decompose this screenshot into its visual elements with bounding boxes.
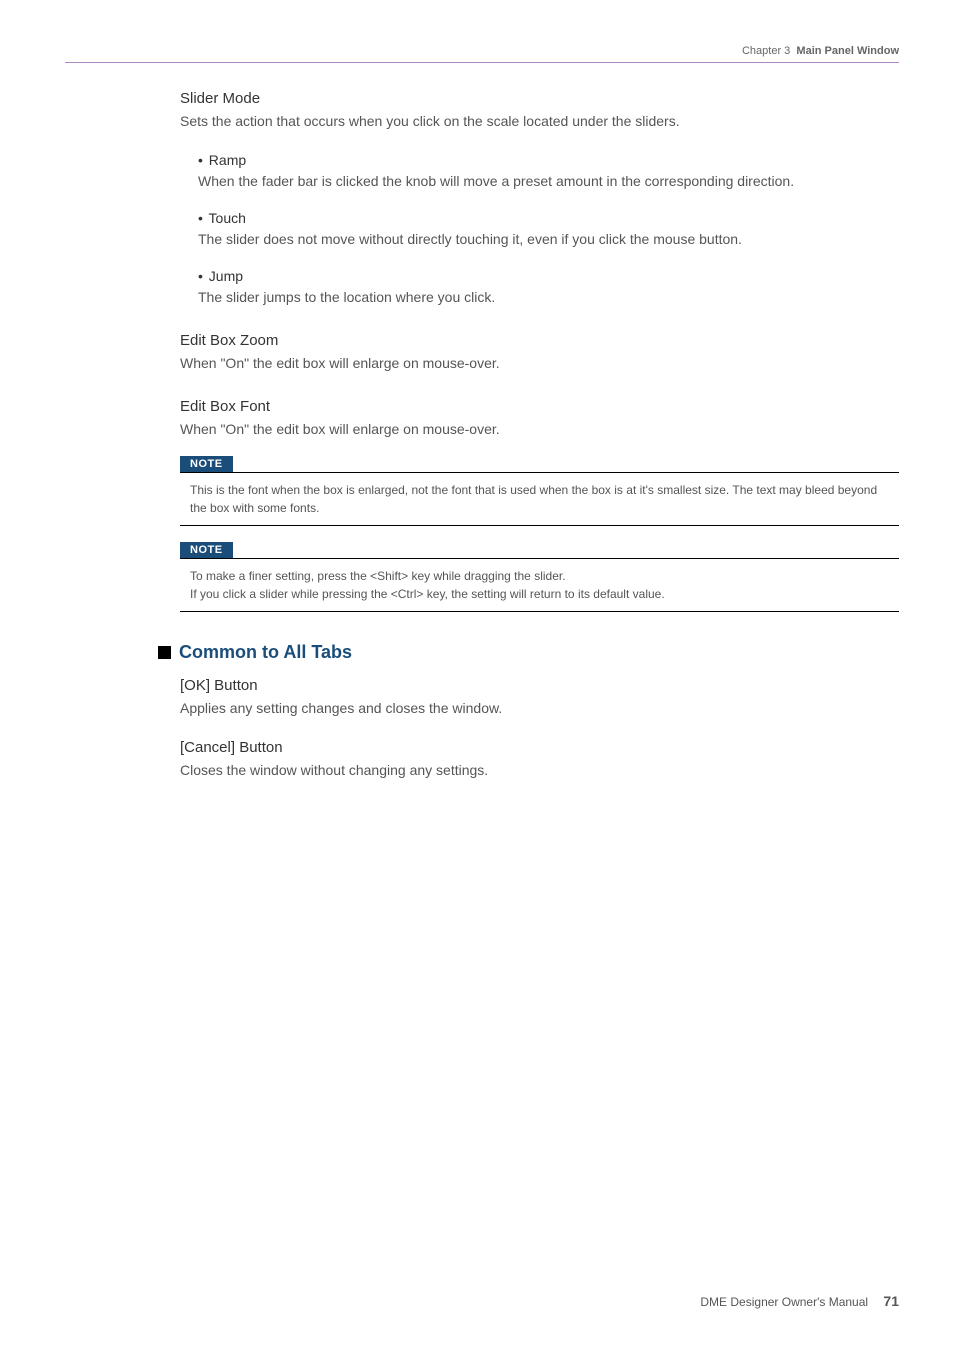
common-tabs-heading-row: Common to All Tabs — [158, 642, 899, 663]
touch-desc: The slider does not move without directl… — [198, 229, 899, 250]
bullet-icon: • — [198, 152, 203, 168]
jump-item: • Jump The slider jumps to the location … — [198, 268, 899, 308]
ok-button-desc: Applies any setting changes and closes t… — [180, 698, 899, 719]
ok-button-heading: [OK] Button — [180, 677, 899, 694]
edit-box-zoom-desc: When "On" the edit box will enlarge on m… — [180, 353, 899, 374]
note-box-2: NOTE To make a finer setting, press the … — [180, 540, 899, 612]
note-box-1: NOTE This is the font when the box is en… — [180, 454, 899, 526]
cancel-button-heading: [Cancel] Button — [180, 739, 899, 756]
note-1-content: This is the font when the box is enlarge… — [180, 473, 899, 525]
note-2a: To make a finer setting, press the <Shif… — [190, 567, 889, 585]
bullet-icon: • — [198, 210, 203, 226]
note-divider-bottom — [180, 525, 899, 526]
page-number: 71 — [883, 1293, 899, 1309]
footer-text: DME Designer Owner's Manual — [700, 1295, 868, 1309]
slider-mode-section: Slider Mode Sets the action that occurs … — [180, 90, 899, 308]
ramp-item: • Ramp When the fader bar is clicked the… — [198, 152, 899, 192]
jump-label: Jump — [209, 268, 243, 284]
touch-label: Touch — [209, 210, 246, 226]
cancel-button-section: [Cancel] Button Closes the window withou… — [180, 739, 899, 781]
square-bullet-icon — [158, 646, 171, 659]
slider-mode-heading: Slider Mode — [180, 90, 899, 107]
note-divider-bottom — [180, 611, 899, 612]
touch-bullet-line: • Touch — [198, 210, 899, 226]
edit-box-zoom-heading: Edit Box Zoom — [180, 332, 899, 349]
chapter-label: Chapter 3 — [742, 45, 790, 57]
edit-box-zoom-section: Edit Box Zoom When "On" the edit box wil… — [180, 332, 899, 374]
header-breadcrumb: Chapter 3 Main Panel Window — [742, 45, 899, 57]
page-footer: DME Designer Owner's Manual 71 — [700, 1293, 899, 1309]
edit-box-font-section: Edit Box Font When "On" the edit box wil… — [180, 398, 899, 440]
common-tabs-heading: Common to All Tabs — [179, 642, 352, 663]
note-label: NOTE — [180, 456, 233, 472]
ok-button-section: [OK] Button Applies any setting changes … — [180, 677, 899, 719]
edit-box-font-desc: When "On" the edit box will enlarge on m… — [180, 419, 899, 440]
ramp-desc: When the fader bar is clicked the knob w… — [198, 171, 899, 192]
cancel-button-desc: Closes the window without changing any s… — [180, 760, 899, 781]
edit-box-font-heading: Edit Box Font — [180, 398, 899, 415]
header-divider — [65, 62, 899, 63]
touch-item: • Touch The slider does not move without… — [198, 210, 899, 250]
ramp-label: Ramp — [209, 152, 246, 168]
note-label: NOTE — [180, 542, 233, 558]
note-2b: If you click a slider while pressing the… — [190, 585, 889, 603]
slider-mode-desc: Sets the action that occurs when you cli… — [180, 111, 899, 132]
ramp-bullet-line: • Ramp — [198, 152, 899, 168]
note-2-content: To make a finer setting, press the <Shif… — [180, 559, 899, 611]
chapter-title: Main Panel Window — [796, 45, 899, 57]
bullet-icon: • — [198, 268, 203, 284]
jump-desc: The slider jumps to the location where y… — [198, 287, 899, 308]
jump-bullet-line: • Jump — [198, 268, 899, 284]
